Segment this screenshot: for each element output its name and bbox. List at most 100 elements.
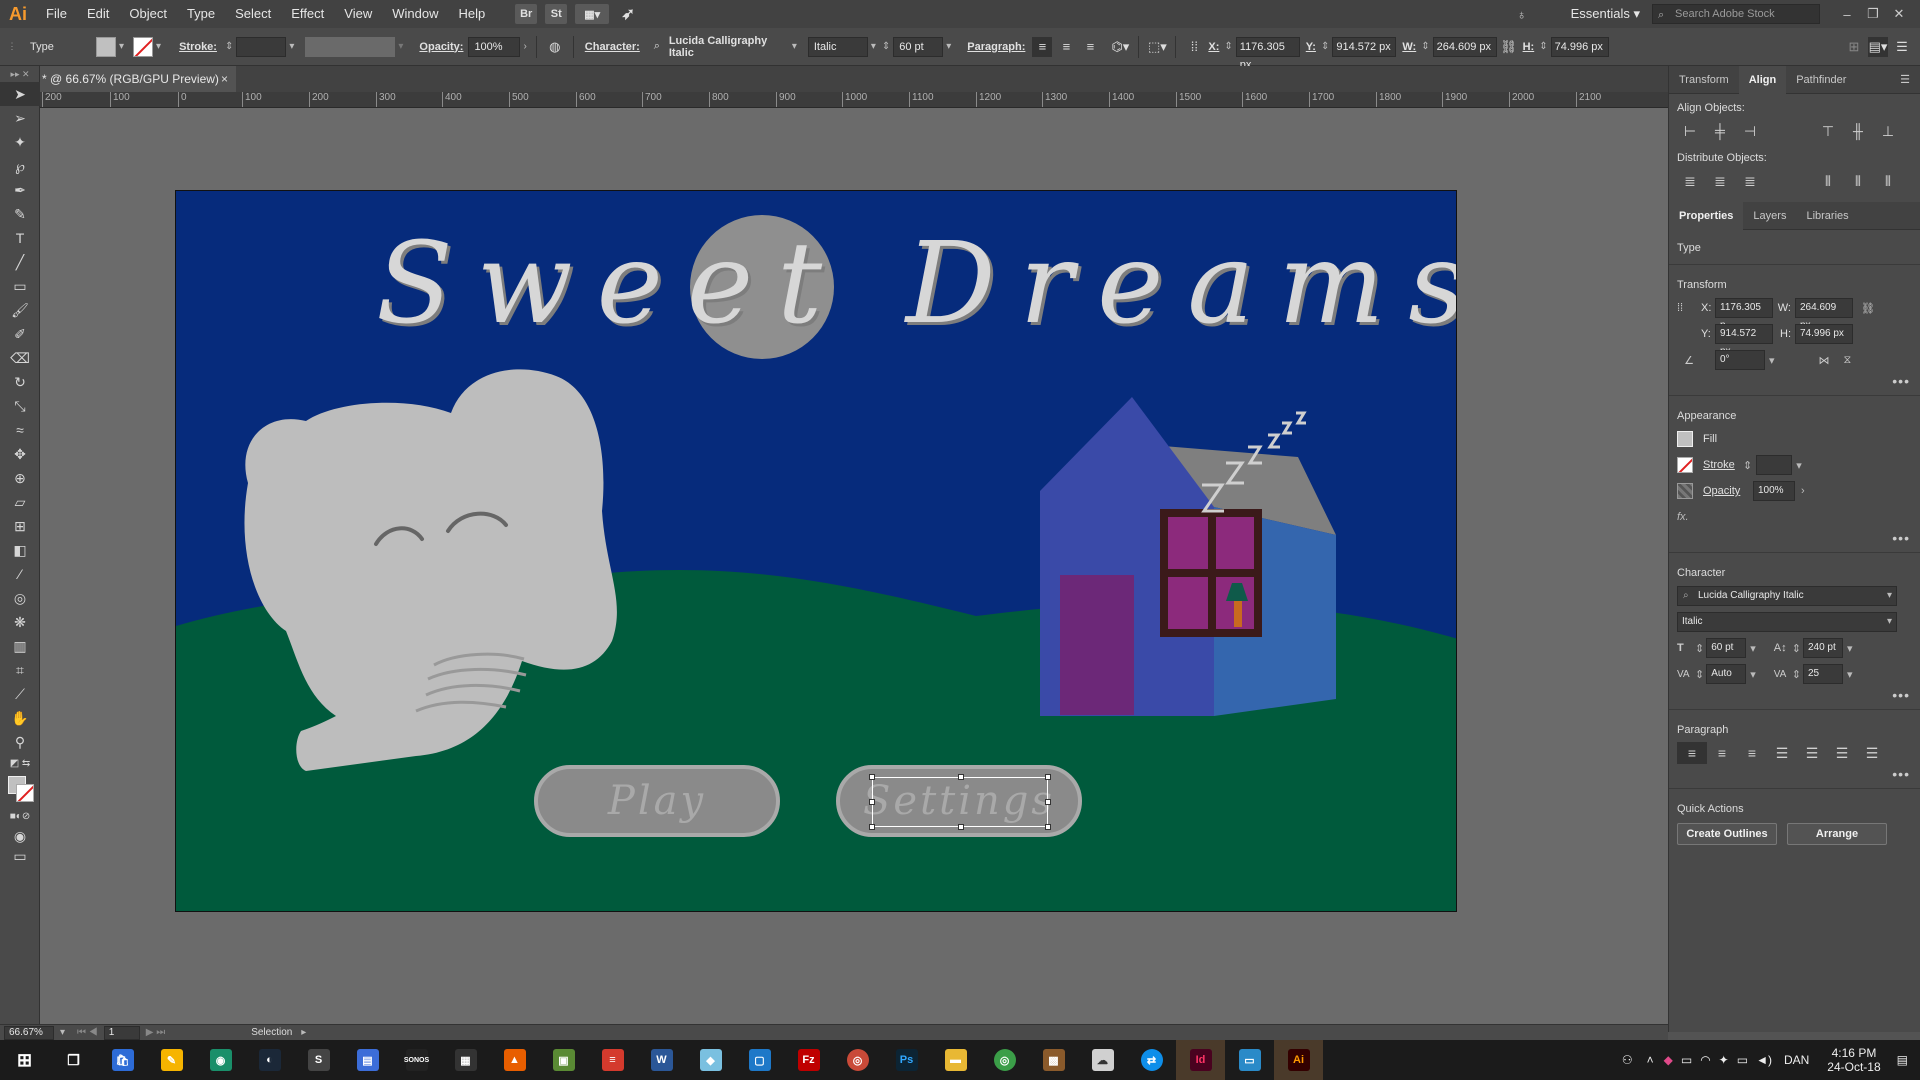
- terminal-app-icon[interactable]: ▢: [735, 1040, 784, 1080]
- fx-icon[interactable]: fx.: [1677, 511, 1689, 523]
- isolate-icon[interactable]: ⊞: [1844, 37, 1864, 57]
- slice-tool-icon[interactable]: ⟋: [0, 682, 40, 706]
- flip-vertical-icon[interactable]: ⧖: [1830, 354, 1852, 367]
- character-more-icon[interactable]: •••: [1669, 687, 1920, 703]
- horizontal-ruler[interactable]: 200 100 0 100 200 300 400 500 600 700 80…: [40, 92, 1668, 108]
- fill-dropdown-icon[interactable]: ▾: [116, 41, 127, 52]
- transform-x-field[interactable]: 1176.305 p: [1715, 298, 1773, 331]
- font-dropdown-icon[interactable]: ▾: [789, 41, 800, 52]
- stroke-swatch-icon[interactable]: [1677, 457, 1693, 473]
- menu-edit[interactable]: Edit: [77, 0, 119, 28]
- eyedropper-tool-icon[interactable]: ⁄: [0, 562, 40, 586]
- kerning-dropdown-icon[interactable]: ▾: [1746, 668, 1756, 681]
- tracking-stepper-icon[interactable]: ⇕: [1792, 668, 1801, 681]
- notes-app-icon[interactable]: ◆: [686, 1040, 735, 1080]
- font-size-stepper-icon[interactable]: ⇕: [879, 41, 893, 52]
- minecraft-app-icon[interactable]: ▣: [539, 1040, 588, 1080]
- font-family-field[interactable]: ⌕ Lucida Calligraphy Italic ▾: [1677, 586, 1897, 606]
- stroke-label[interactable]: Stroke: [1693, 459, 1743, 471]
- lightbulb-icon[interactable]: ♁: [1509, 7, 1535, 22]
- character-label[interactable]: Character:: [580, 41, 645, 53]
- default-colors-icon[interactable]: ◩ ⇆: [0, 754, 40, 772]
- play-button-art[interactable]: Play: [534, 765, 780, 837]
- paragraph-justify-all-icon[interactable]: ☰: [1857, 742, 1887, 764]
- status-menu-icon[interactable]: ▸: [301, 1027, 306, 1038]
- tab-align[interactable]: Align: [1738, 65, 1787, 94]
- puppet-warp-tool-icon[interactable]: ✥: [0, 442, 40, 466]
- stroke-color-icon[interactable]: [16, 784, 34, 802]
- direct-selection-tool-icon[interactable]: ➢: [0, 106, 40, 130]
- fill-swatch[interactable]: [96, 36, 116, 57]
- sketch-app-icon[interactable]: S: [294, 1040, 343, 1080]
- paragraph-align-center-icon[interactable]: ≡: [1707, 742, 1737, 764]
- remote-app-icon[interactable]: ▭: [1225, 1040, 1274, 1080]
- opacity-label[interactable]: Opacity:: [414, 41, 468, 53]
- y-stepper-icon[interactable]: ⇕: [1318, 41, 1332, 52]
- rotate-angle-field[interactable]: 0°: [1715, 350, 1765, 370]
- chrome-app-icon[interactable]: ◎: [833, 1040, 882, 1080]
- document-tab[interactable]: * @ 66.67% (RGB/GPU Preview) ×: [40, 66, 236, 92]
- menu-window[interactable]: Window: [382, 0, 448, 28]
- arrange-documents-icon[interactable]: ▦▾: [575, 4, 610, 24]
- h-field[interactable]: 74.996 px: [1550, 36, 1609, 57]
- artboard-number-field[interactable]: 1: [103, 1025, 140, 1040]
- calculator-app-icon[interactable]: ▦: [441, 1040, 490, 1080]
- leading-field[interactable]: 240 pt: [1802, 638, 1843, 658]
- align-center-icon[interactable]: ≡: [1056, 37, 1076, 57]
- scale-tool-icon[interactable]: ⤡: [0, 394, 40, 418]
- y-field[interactable]: 914.572 px: [1332, 36, 1397, 57]
- stroke-weight-dropdown-icon[interactable]: ▾: [286, 41, 297, 52]
- blend-tool-icon[interactable]: ◎: [0, 586, 40, 610]
- symbol-sprayer-tool-icon[interactable]: ❋: [0, 610, 40, 634]
- battery-icon[interactable]: ▭: [1677, 1053, 1696, 1067]
- menu-select[interactable]: Select: [225, 0, 281, 28]
- tab-layers[interactable]: Layers: [1743, 202, 1796, 230]
- opacity-label[interactable]: Opacity: [1693, 485, 1753, 497]
- eraser-tool-icon[interactable]: ⌫: [0, 346, 40, 370]
- fill-swatch-icon[interactable]: [1677, 431, 1693, 447]
- next-artboard-icon[interactable]: ▶ ⏭: [140, 1027, 171, 1038]
- hand-tool-icon[interactable]: ✋: [0, 706, 40, 730]
- filezilla-app-icon[interactable]: Fz: [784, 1040, 833, 1080]
- font-size-field[interactable]: 60 pt: [893, 36, 944, 57]
- paragraph-justify-center-icon[interactable]: ☰: [1797, 742, 1827, 764]
- paragraph-label[interactable]: Paragraph:: [962, 41, 1030, 53]
- reference-point-icon[interactable]: ⁞⁞: [1677, 302, 1701, 314]
- menu-help[interactable]: Help: [448, 0, 495, 28]
- align-left-edges-icon[interactable]: ⊢: [1675, 120, 1705, 142]
- tracking-dropdown-icon[interactable]: ▾: [1843, 668, 1853, 681]
- font-style-field[interactable]: Italic ▾: [1677, 612, 1897, 632]
- stroke-label[interactable]: Stroke:: [174, 41, 222, 53]
- transform-more-icon[interactable]: •••: [1669, 373, 1920, 389]
- w-label[interactable]: W:: [1400, 41, 1418, 53]
- bridge-button[interactable]: Br: [515, 4, 538, 24]
- menu-file[interactable]: File: [36, 0, 77, 28]
- control-bar-menu-icon[interactable]: ☰: [1892, 37, 1912, 57]
- volume-icon[interactable]: ◄): [1752, 1053, 1776, 1067]
- pen-tool-icon[interactable]: ✒: [0, 178, 40, 202]
- x-stepper-icon[interactable]: ⇕: [1221, 41, 1235, 52]
- align-to-selection-icon[interactable]: ⬚▾: [1147, 37, 1167, 57]
- tools-collapse-icon[interactable]: ▸▸ ✕: [0, 66, 40, 82]
- sourcetree-app-icon[interactable]: ☁: [1078, 1040, 1127, 1080]
- color-mode-icons[interactable]: ■◐⊘: [0, 806, 40, 826]
- wifi-icon[interactable]: ◠: [1696, 1053, 1714, 1067]
- first-artboard-icon[interactable]: ⏮ ◀: [71, 1027, 104, 1038]
- x-field[interactable]: 1176.305 px: [1235, 36, 1300, 71]
- stroke-stepper-icon[interactable]: ⇕: [222, 41, 236, 52]
- house[interactable]: [1040, 397, 1336, 716]
- store-app-icon[interactable]: 🛍︎: [98, 1040, 147, 1080]
- indesign-app-icon[interactable]: Id: [1176, 1040, 1225, 1080]
- blob-brush-tool-icon[interactable]: ✐: [0, 322, 40, 346]
- steam-app-icon[interactable]: ◐: [245, 1040, 294, 1080]
- word-app-icon[interactable]: W: [637, 1040, 686, 1080]
- recolor-globe-icon[interactable]: ◍: [545, 37, 565, 57]
- rotate-tool-icon[interactable]: ↻: [0, 370, 40, 394]
- screen-mode-icon[interactable]: ▭: [0, 846, 40, 866]
- chrome2-app-icon[interactable]: ◎: [980, 1040, 1029, 1080]
- align-top-edges-icon[interactable]: ⊤: [1813, 120, 1843, 142]
- transform-y-field[interactable]: 914.572 px: [1715, 324, 1773, 357]
- canvas-area[interactable]: Sweet Dreams Play Settings: [40, 108, 1668, 1024]
- workspace-switcher[interactable]: Essentials ▾: [1559, 6, 1652, 22]
- tab-libraries[interactable]: Libraries: [1796, 202, 1858, 230]
